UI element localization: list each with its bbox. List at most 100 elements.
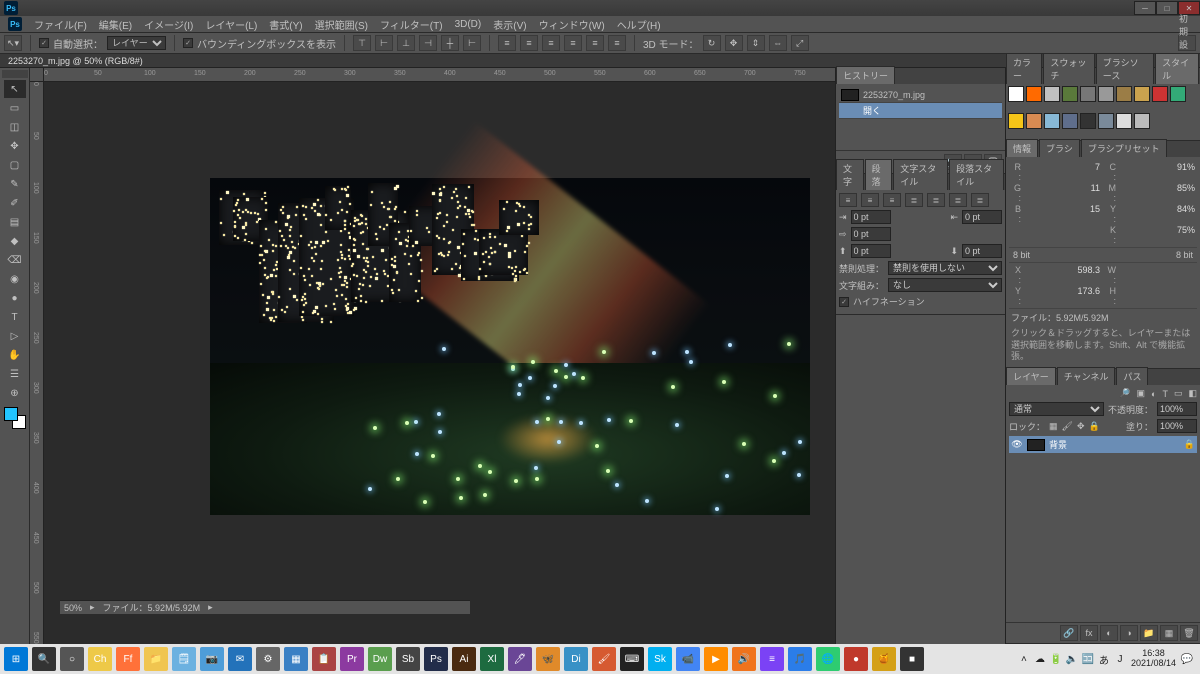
swatch[interactable] — [1098, 86, 1114, 102]
tool-0[interactable]: ↖ — [4, 80, 26, 98]
taskbar-app-23[interactable]: Sk — [648, 647, 672, 671]
tray-icon-1[interactable]: ☁ — [1033, 652, 1047, 666]
tray-icon-3[interactable]: 🔈 — [1065, 652, 1079, 666]
swatch[interactable] — [1080, 113, 1096, 129]
tab-paths[interactable]: パス — [1116, 367, 1148, 385]
tool-15[interactable]: ☰ — [4, 365, 26, 383]
swatch[interactable] — [1170, 86, 1186, 102]
tray-icon-5[interactable]: あ — [1097, 652, 1111, 666]
tool-16[interactable]: ⊕ — [4, 384, 26, 402]
menu-edit[interactable]: 編集(E) — [93, 17, 138, 32]
justify-center-icon[interactable]: ≣ — [927, 193, 945, 207]
filter-adj-icon[interactable]: ◐ — [1151, 389, 1156, 399]
taskbar-app-31[interactable]: 🍯 — [872, 647, 896, 671]
tool-2[interactable]: ◫ — [4, 118, 26, 136]
taskbar-app-14[interactable]: Sb — [396, 647, 420, 671]
tool-4[interactable]: ▢ — [4, 156, 26, 174]
menu-type[interactable]: 書式(Y) — [263, 17, 308, 32]
firstline-input[interactable] — [851, 227, 891, 241]
opacity-input[interactable] — [1157, 402, 1197, 416]
tab-character[interactable]: 文字 — [836, 159, 864, 190]
menu-help[interactable]: ヘルプ(H) — [611, 17, 667, 32]
tab-styles[interactable]: スタイル — [1155, 53, 1199, 84]
visibility-icon[interactable]: 👁 — [1011, 439, 1023, 451]
justify-all-icon[interactable]: ≣ — [971, 193, 989, 207]
menu-select[interactable]: 選択範囲(S) — [309, 17, 374, 32]
tool-11[interactable]: ● — [4, 289, 26, 307]
taskbar-app-4[interactable]: Ff — [116, 647, 140, 671]
taskbar-app-28[interactable]: 🎵 — [788, 647, 812, 671]
taskbar-app-30[interactable]: ● — [844, 647, 868, 671]
tab-history[interactable]: ヒストリー — [836, 66, 895, 84]
taskbar-app-32[interactable]: ■ — [900, 647, 924, 671]
taskbar-app-5[interactable]: 📁 — [144, 647, 168, 671]
taskbar-app-6[interactable]: 🗒 — [172, 647, 196, 671]
menu-file[interactable]: ファイル(F) — [28, 17, 93, 32]
tray-icon-0[interactable]: ˄ — [1017, 652, 1031, 666]
3d-dolly-icon[interactable]: ⇕ — [747, 35, 765, 51]
filter-pixel-icon[interactable]: ▣ — [1137, 388, 1146, 399]
filter-shape-icon[interactable]: ▭ — [1174, 388, 1183, 399]
taskbar-app-3[interactable]: Ch — [88, 647, 112, 671]
tool-5[interactable]: ✎ — [4, 175, 26, 193]
taskbar-app-27[interactable]: ≡ — [760, 647, 784, 671]
minimize-button[interactable]: ─ — [1134, 1, 1156, 15]
ruler-vertical[interactable]: 0501001502002503003504004505005506006507… — [30, 82, 44, 644]
justify-right-icon[interactable]: ≣ — [949, 193, 967, 207]
space-before-input[interactable] — [851, 244, 891, 258]
lock-image-icon[interactable]: 🖌 — [1062, 421, 1073, 432]
link-layers-icon[interactable]: 🔗 — [1060, 625, 1078, 641]
maximize-button[interactable]: □ — [1156, 1, 1178, 15]
tray-icon-6[interactable]: J — [1113, 652, 1127, 666]
taskbar-app-9[interactable]: ⚙ — [256, 647, 280, 671]
tab-charstyle[interactable]: 文字スタイル — [893, 159, 948, 190]
align-vcenter-icon[interactable]: ⊢ — [375, 35, 393, 51]
fg-color[interactable] — [4, 407, 18, 421]
tab-brushpreset[interactable]: ブラシプリセット — [1081, 139, 1167, 157]
tool-9[interactable]: ⌫ — [4, 251, 26, 269]
filter-kind-icon[interactable]: 🔎 — [1119, 388, 1130, 399]
document-tab[interactable]: 2253270_m.jpg @ 50% (RGB/8#) — [8, 56, 143, 66]
blend-mode-select[interactable]: 通常 — [1009, 402, 1104, 416]
indent-left-input[interactable] — [851, 210, 891, 224]
tab-color[interactable]: カラー — [1006, 53, 1042, 84]
taskbar-app-25[interactable]: ▶ — [704, 647, 728, 671]
align-hcenter-icon[interactable]: ┼ — [441, 35, 459, 51]
auto-select-checkbox[interactable]: ✓ — [39, 38, 49, 48]
3d-orbit-icon[interactable]: ↻ — [703, 35, 721, 51]
taskbar-app-22[interactable]: ⌨ — [620, 647, 644, 671]
align-center-icon[interactable]: ≡ — [861, 193, 879, 207]
tab-swatches[interactable]: スウォッチ — [1043, 53, 1094, 84]
dist-left-icon[interactable]: ≡ — [564, 35, 582, 51]
swatch[interactable] — [1098, 113, 1114, 129]
align-top-icon[interactable]: ⊤ — [353, 35, 371, 51]
history-row[interactable]: 2253270_m.jpg — [839, 87, 1002, 103]
bbox-checkbox[interactable]: ✓ — [183, 38, 193, 48]
swatch[interactable] — [1062, 113, 1078, 129]
layer-mask-icon[interactable]: ◐ — [1100, 625, 1118, 641]
history-row[interactable]: 開く — [839, 103, 1002, 119]
align-left-icon[interactable]: ≡ — [839, 193, 857, 207]
dist-h-icon[interactable]: ≡ — [586, 35, 604, 51]
tool-1[interactable]: ▭ — [4, 99, 26, 117]
swatch[interactable] — [1026, 113, 1042, 129]
ruler-horizontal[interactable]: 0501001502002503003504004505005506006507… — [44, 68, 835, 82]
menu-window[interactable]: ウィンドウ(W) — [533, 17, 611, 32]
taskbar-app-24[interactable]: 📹 — [676, 647, 700, 671]
tab-channels[interactable]: チャンネル — [1057, 367, 1116, 385]
lock-pos-icon[interactable]: ✥ — [1077, 421, 1085, 432]
swatch[interactable] — [1008, 113, 1024, 129]
tray-icon-4[interactable]: 🈁 — [1081, 652, 1095, 666]
align-left-icon[interactable]: ⊣ — [419, 35, 437, 51]
indent-right-input[interactable] — [962, 210, 1002, 224]
menu-layer[interactable]: レイヤー(L) — [199, 17, 263, 32]
taskbar-app-10[interactable]: ▦ — [284, 647, 308, 671]
tool-3[interactable]: ✥ — [4, 137, 26, 155]
tool-preset-button[interactable]: ↖▾ — [4, 35, 22, 51]
fill-input[interactable] — [1157, 419, 1197, 433]
lock-all-icon[interactable]: 🔒 — [1089, 421, 1100, 432]
align-right-icon[interactable]: ⊢ — [463, 35, 481, 51]
document-canvas[interactable] — [210, 178, 810, 515]
tool-12[interactable]: T — [4, 308, 26, 326]
dist-right-icon[interactable]: ≡ — [608, 35, 626, 51]
